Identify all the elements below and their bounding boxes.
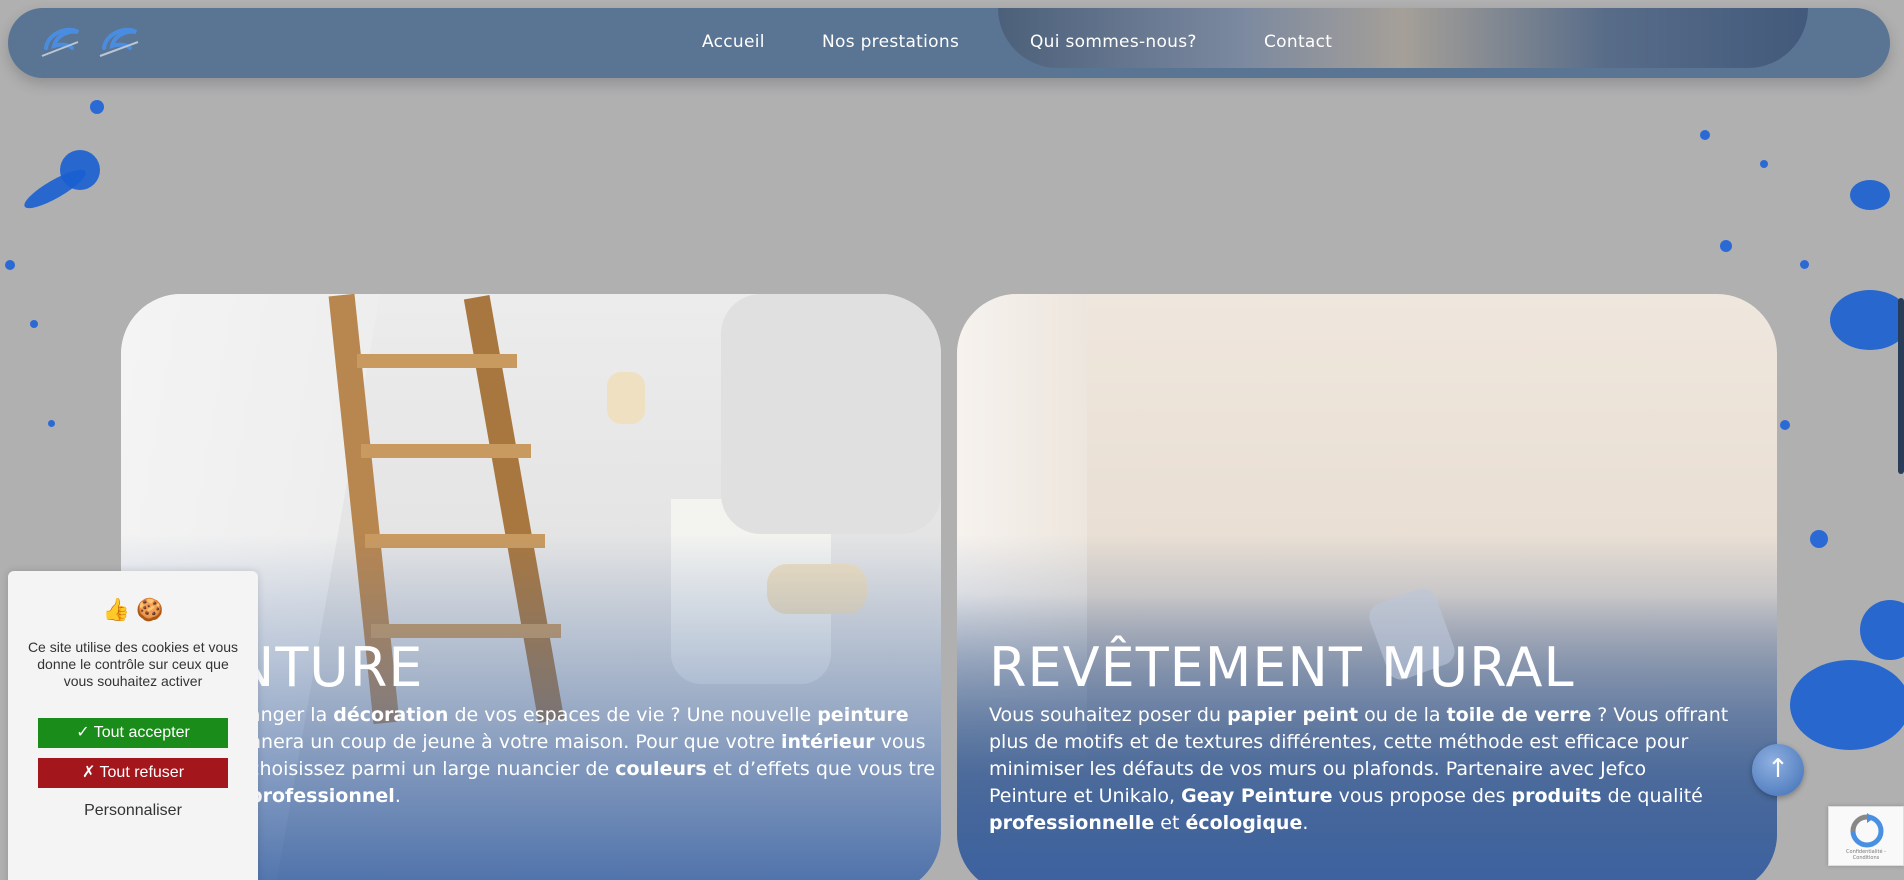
main-nav: Accueil Nos prestations Qui sommes-nous?…	[8, 8, 1890, 78]
body-text: Vous souhaitez poser du	[989, 704, 1228, 726]
card-description: anger la décoration de vos espaces de vi…	[249, 702, 939, 810]
cookie-consent-panel: 👍 🍪 Ce site utilise des cookies et vous …	[8, 571, 258, 880]
thumbs-up-cookie-icon: 👍 🍪	[102, 597, 164, 622]
accept-all-cookies-button[interactable]: ✓ Tout accepter	[38, 718, 228, 748]
body-text: et d’effets que vous tre	[706, 758, 936, 780]
body-text: .	[394, 785, 401, 807]
emphasis-text: professionnelle	[989, 812, 1155, 834]
body-text: vous propose des	[1332, 785, 1512, 807]
arrow-up-icon: ↑	[1767, 754, 1789, 784]
emphasis-text: peinture	[817, 704, 909, 726]
recaptcha-icon	[1850, 813, 1884, 848]
emphasis-text: toile de verre	[1446, 704, 1592, 726]
scroll-to-top-button[interactable]: ↑	[1752, 744, 1804, 796]
top-navigation-bar: Accueil Nos prestations Qui sommes-nous?…	[8, 8, 1890, 78]
emphasis-text: professionnel	[249, 785, 395, 807]
emphasis-text: intérieur	[780, 731, 875, 753]
emphasis-text: produits	[1511, 785, 1602, 807]
nav-link-qui-sommes-nous[interactable]: Qui sommes-nous?	[1030, 32, 1197, 52]
recaptcha-badge[interactable]: Confidentialité - Conditions	[1828, 806, 1904, 866]
body-text: nnera un coup de jeune à votre maison. P…	[249, 731, 781, 753]
card-description: Vous souhaitez poser du papier peint ou …	[989, 702, 1729, 837]
emphasis-text: Geay Peinture	[1181, 785, 1333, 807]
scrollbar-thumb[interactable]	[1898, 298, 1904, 474]
body-text: anger la	[249, 704, 334, 726]
recaptcha-terms: Confidentialité - Conditions	[1846, 849, 1886, 861]
nav-link-contact[interactable]: Contact	[1264, 32, 1332, 52]
card-title: REVÊTEMENT MURAL	[989, 636, 1575, 699]
body-text: ou de la	[1358, 704, 1447, 726]
body-text: et	[1154, 812, 1186, 834]
body-text: .	[1302, 812, 1309, 834]
emphasis-text: papier peint	[1227, 704, 1359, 726]
refuse-all-cookies-button[interactable]: ✗ Tout refuser	[38, 758, 228, 788]
emphasis-text: écologique	[1185, 812, 1303, 834]
nav-link-nos-prestations[interactable]: Nos prestations	[822, 32, 959, 52]
nav-link-accueil[interactable]: Accueil	[702, 32, 765, 52]
body-text: de vos espaces de vie ? Une nouvelle	[448, 704, 818, 726]
cookie-message: Ce site utilise des cookies et vous donn…	[27, 639, 239, 689]
body-text: de qualité	[1601, 785, 1703, 807]
customize-cookies-link[interactable]: Personnaliser	[8, 802, 258, 820]
service-card-revetement-mural[interactable]: REVÊTEMENT MURAL Vous souhaitez poser du…	[957, 294, 1777, 880]
emphasis-text: décoration	[333, 704, 449, 726]
emphasis-text: couleurs	[615, 758, 707, 780]
